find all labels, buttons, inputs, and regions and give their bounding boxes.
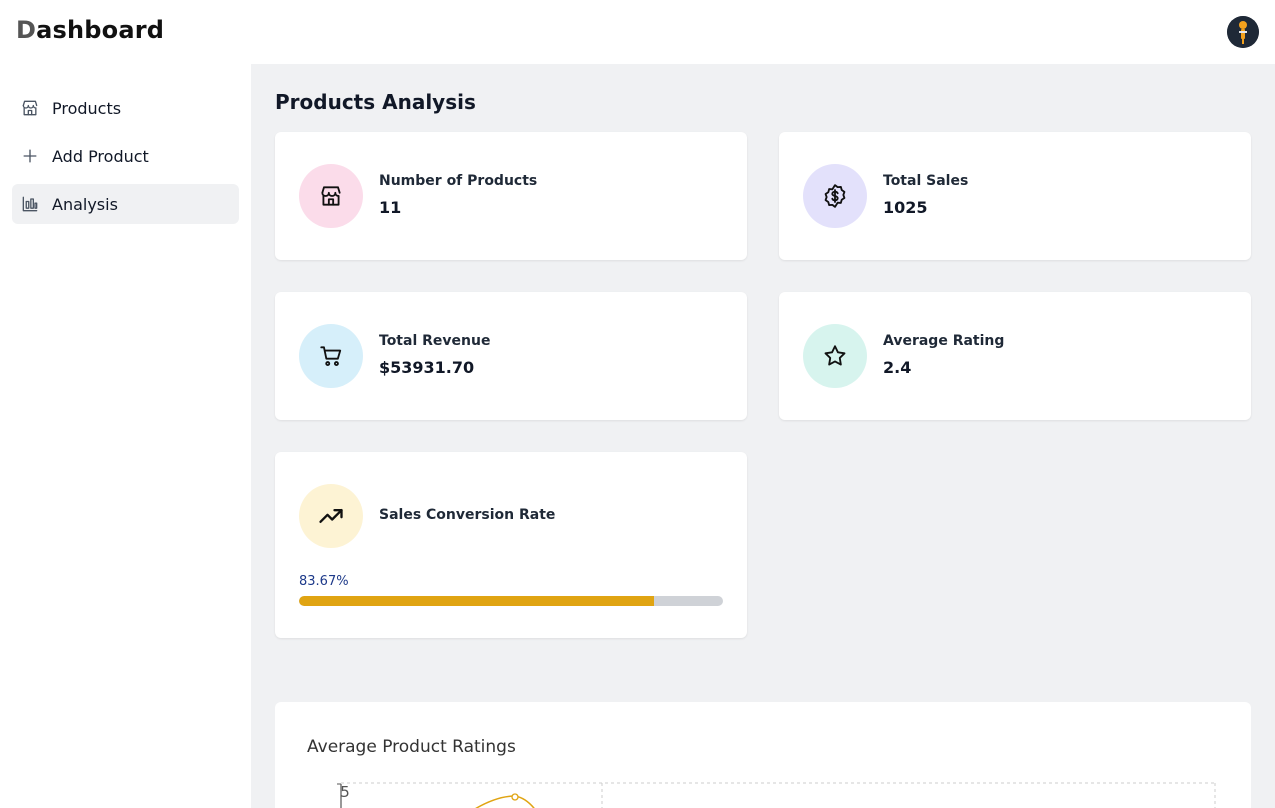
page-title: Products Analysis: [275, 90, 476, 114]
stat-label: Average Rating: [883, 333, 1005, 349]
series-line: [475, 795, 535, 808]
conversion-progress-bar: [299, 596, 723, 606]
stat-card-sales: Total Sales 1025: [779, 132, 1251, 260]
dollar-badge-icon: [803, 164, 867, 228]
store-icon: [20, 98, 40, 118]
main-content: Products Analysis Number of Products 11 …: [251, 64, 1275, 808]
stat-card-products: Number of Products 11: [275, 132, 747, 260]
store-icon: [299, 164, 363, 228]
plus-icon: [20, 146, 40, 166]
sidebar: Products Add Product Analysis: [0, 64, 251, 808]
sidebar-item-analysis[interactable]: Analysis: [12, 184, 239, 224]
conversion-rate-value: 83.67%: [299, 574, 349, 589]
stat-card-rating: Average Rating 2.4: [779, 292, 1251, 420]
stat-card-conversion: Sales Conversion Rate 83.67%: [275, 452, 747, 638]
ratings-chart-card: Average Product Ratings 5: [275, 702, 1251, 808]
ratings-chart: 5: [337, 782, 1216, 808]
y-tick-label: 5: [340, 783, 350, 801]
sidebar-item-label: Products: [52, 98, 122, 118]
stat-label: Sales Conversion Rate: [379, 507, 556, 523]
stat-label: Total Revenue: [379, 333, 491, 349]
app-title: Dashboard: [16, 16, 165, 44]
sidebar-item-label: Add Product: [52, 146, 149, 166]
stat-value: 1025: [883, 198, 928, 217]
stat-label: Number of Products: [379, 173, 538, 189]
sidebar-item-label: Analysis: [52, 194, 118, 214]
stat-value: $53931.70: [379, 358, 475, 377]
stat-value: 2.4: [883, 358, 912, 377]
top-bar: Dashboard: [0, 0, 1275, 64]
stat-label: Total Sales: [883, 173, 969, 189]
bar-chart-icon: [20, 194, 40, 214]
data-point: [511, 793, 519, 801]
star-icon: [803, 324, 867, 388]
stat-value: 11: [379, 198, 402, 217]
trending-up-icon: [299, 484, 363, 548]
stat-card-revenue: Total Revenue $53931.70: [275, 292, 747, 420]
cart-icon: [299, 324, 363, 388]
sidebar-item-add-product[interactable]: Add Product: [12, 136, 239, 176]
user-avatar-icon[interactable]: [1227, 16, 1259, 48]
sidebar-item-products[interactable]: Products: [12, 88, 239, 128]
conversion-progress-fill: [299, 596, 654, 606]
